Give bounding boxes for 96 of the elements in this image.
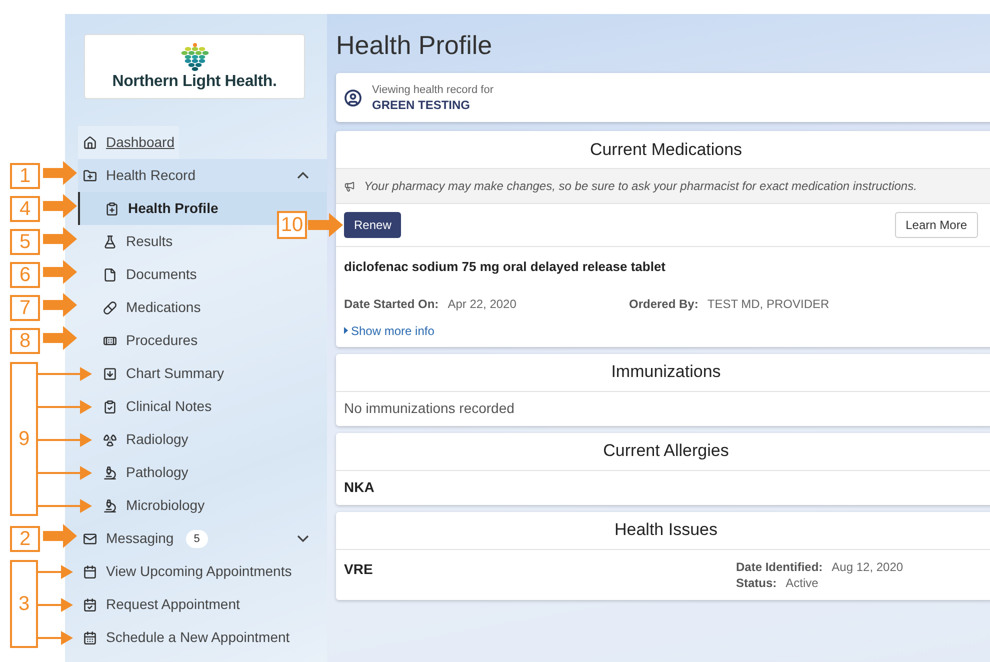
card-title: Current Allergies <box>336 432 990 470</box>
allergy-name: NKA <box>344 478 374 497</box>
home-icon <box>83 136 97 150</box>
callout-label: 2 <box>10 526 40 552</box>
nav-item[interactable]: View Upcoming Appointments <box>78 555 296 588</box>
chevron-down-icon <box>297 535 309 542</box>
nav-label: Request Appointment <box>106 595 240 614</box>
nav-item[interactable]: Schedule a New Appointment <box>78 621 294 654</box>
nav-label: Results <box>126 232 173 251</box>
caret-right-icon <box>344 327 348 334</box>
empty-message: No immunizations recorded <box>344 399 514 418</box>
user-circle-icon <box>344 88 362 106</box>
nav-item[interactable]: Microbiology <box>78 489 209 522</box>
callout-label: 1 <box>10 163 40 189</box>
nav-item[interactable]: Procedures <box>78 324 202 357</box>
document-icon <box>103 268 117 282</box>
card-title: Immunizations <box>336 354 990 392</box>
callout-bracket: 9 <box>10 362 38 516</box>
callout-label: 8 <box>10 328 40 354</box>
callout-arrow <box>43 161 77 185</box>
callout-bracket: 3 <box>10 560 38 648</box>
callout-arrow <box>43 260 77 284</box>
viewing-caption: Viewing health record for <box>372 82 494 96</box>
nav-item[interactable]: Medications <box>78 291 205 324</box>
calendar-icon <box>83 564 97 578</box>
nav-label: Clinical Notes <box>126 397 212 416</box>
nav-item[interactable]: Chart Summary <box>78 357 228 390</box>
nav-item[interactable]: Results <box>78 225 177 258</box>
callout-arrow <box>43 293 77 317</box>
field-label: Ordered By: <box>629 296 698 312</box>
field-value: Active <box>786 574 818 590</box>
nav-label: Health Record <box>106 166 196 185</box>
renew-button[interactable]: Renew <box>344 212 402 238</box>
microscope-icon <box>103 498 117 512</box>
nav-label: Messaging <box>106 529 174 548</box>
nav-item[interactable]: Request Appointment <box>78 588 244 621</box>
callout-label: 10 <box>277 211 307 239</box>
microscope-icon <box>103 466 117 480</box>
field-value: Apr 22, 2020 <box>448 296 516 312</box>
medication-name: diclofenac sodium 75 mg oral delayed release tablet <box>344 258 667 276</box>
callout-label: 6 <box>10 262 40 288</box>
field-value: TEST MD, PROVIDER <box>707 296 830 312</box>
nav-label: Procedures <box>126 331 198 350</box>
field-label: Date Identified: <box>736 558 823 574</box>
nav-section-header[interactable]: Messaging 5 <box>78 522 327 555</box>
logo-text: Northern Light Health. <box>112 72 277 92</box>
nav-section-header[interactable]: Health Record <box>78 159 327 192</box>
calendar-grid-icon <box>83 630 97 644</box>
nav-item[interactable]: Pathology <box>78 456 192 489</box>
folder-plus-icon <box>83 168 97 182</box>
callout-arrow <box>43 227 77 251</box>
nav-item[interactable]: Documents <box>78 258 201 291</box>
nav-label: Health Profile <box>128 199 218 218</box>
patient-name: GREEN TESTING <box>372 96 472 112</box>
callout-label: 5 <box>10 229 40 255</box>
field-value: Aug 12, 2020 <box>832 558 904 574</box>
pill-icon <box>103 300 117 314</box>
nav-item[interactable]: Clinical Notes <box>78 390 216 423</box>
radiation-icon <box>103 432 117 446</box>
page-title: Health Profile <box>336 29 494 62</box>
flask-icon <box>103 234 117 248</box>
callout-arrow <box>37 564 73 578</box>
download-box-icon <box>103 366 117 380</box>
field-label: Status: <box>736 574 777 590</box>
nav-label: Medications <box>126 298 201 317</box>
nav-label: Schedule a New Appointment <box>106 628 290 647</box>
nav-label: Documents <box>126 265 197 284</box>
callout-label: 4 <box>10 196 40 222</box>
callout-arrow <box>308 213 343 237</box>
chevron-up-icon <box>297 172 309 179</box>
calendar-check-icon <box>83 598 97 612</box>
mail-icon <box>83 532 97 546</box>
card-title: Health Issues <box>336 512 990 550</box>
pharmacy-notice: Your pharmacy may make changes, so be sure to ask your pharmacist for exact medication instructions. <box>364 178 917 195</box>
pinecone-logo-icon <box>178 42 210 72</box>
nav-item[interactable]: Dashboard <box>78 126 178 159</box>
nav-item[interactable]: Radiology <box>78 423 192 456</box>
nav-label: Radiology <box>126 430 188 449</box>
callout-label: 7 <box>10 295 40 321</box>
learn-more-button[interactable]: Learn More <box>894 212 978 238</box>
megaphone-icon <box>344 180 355 192</box>
nav-label: Chart Summary <box>126 364 224 383</box>
callout-arrow <box>43 524 77 548</box>
nav-label: Pathology <box>126 463 188 482</box>
clipboard-plus-icon <box>105 202 119 216</box>
nav-label: Microbiology <box>126 496 205 515</box>
callout-arrow <box>43 326 77 350</box>
field-label: Date Started On: <box>344 296 439 312</box>
nav-label: Dashboard <box>106 133 174 152</box>
count-badge: 5 <box>186 530 208 548</box>
callout-arrow <box>43 194 77 218</box>
nav-label: View Upcoming Appointments <box>106 562 292 581</box>
issue-name: VRE <box>344 560 374 578</box>
callout-arrow <box>37 366 92 380</box>
clipboard-check-icon <box>103 400 117 414</box>
show-more-link[interactable]: Show more info <box>344 322 434 340</box>
